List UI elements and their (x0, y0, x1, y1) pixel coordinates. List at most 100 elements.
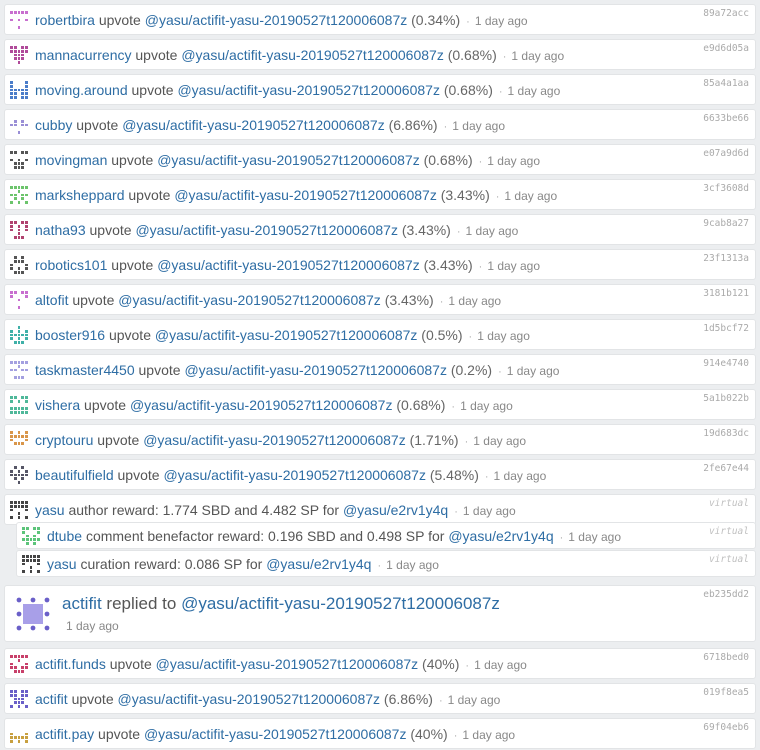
separator-dot: · (454, 506, 458, 518)
user-link[interactable]: beautifulfield (35, 467, 114, 483)
separator-dot: · (498, 86, 503, 98)
post-link[interactable]: @yasu/actifit-yasu-20190527t120006087z (118, 691, 381, 707)
user-link[interactable]: yasu (47, 556, 77, 572)
transaction-id[interactable]: 69f04eb6 (703, 722, 749, 733)
separator-dot: · (456, 226, 461, 238)
identicon-avatar[interactable] (9, 360, 29, 380)
user-link[interactable]: robotics101 (35, 257, 107, 273)
entry-line: cubby upvote @yasu/actifit-yasu-20190527… (35, 117, 505, 136)
transaction-id[interactable]: e07a9d6d (703, 148, 749, 159)
transaction-id[interactable]: 3cf3608d (703, 183, 749, 194)
user-link[interactable]: actifit (35, 691, 68, 707)
identicon-avatar[interactable] (9, 10, 29, 30)
vote-weight: (3.43%) (440, 187, 490, 203)
identicon-avatar[interactable] (9, 465, 29, 485)
post-link[interactable]: @yasu/actifit-yasu-20190527t120006087z (130, 397, 393, 413)
user-link[interactable]: booster916 (35, 327, 105, 343)
identicon-avatar[interactable] (9, 290, 29, 310)
timestamp: 1 day ago (460, 399, 513, 413)
identicon-avatar[interactable] (21, 554, 41, 574)
identicon-avatar[interactable] (9, 220, 29, 240)
post-link[interactable]: @yasu/actifit-yasu-20190527t120006087z (177, 82, 440, 98)
post-link[interactable]: @yasu/actifit-yasu-20190527t120006087z (181, 594, 500, 613)
post-link[interactable]: @yasu/actifit-yasu-20190527t120006087z (118, 292, 381, 308)
user-link[interactable]: marksheppard (35, 187, 125, 203)
transaction-id[interactable]: 6718bed0 (703, 652, 749, 663)
transaction-id[interactable]: 23f1313a (703, 253, 749, 264)
timestamp: 1 day ago (447, 693, 501, 707)
user-link[interactable]: vishera (35, 397, 80, 413)
transaction-id[interactable]: 914e4740 (703, 358, 749, 369)
vote-entry: actifit upvote @yasu/actifit-yasu-201905… (4, 683, 756, 714)
user-link[interactable]: actifit.pay (35, 726, 94, 742)
identicon-avatar[interactable] (9, 80, 29, 100)
user-link[interactable]: cubby (35, 117, 72, 133)
identicon-avatar[interactable] (9, 325, 29, 345)
identicon-avatar[interactable] (9, 255, 29, 275)
post-link[interactable]: @yasu/actifit-yasu-20190527t120006087z (155, 327, 418, 343)
user-link[interactable]: movingman (35, 152, 107, 168)
user-link[interactable]: yasu (35, 502, 65, 518)
transaction-id[interactable]: 2fe67e44 (703, 463, 749, 474)
transaction-id[interactable]: eb235dd2 (703, 589, 749, 600)
transaction-id[interactable]: e9d6d05a (703, 43, 749, 54)
transaction-id[interactable]: 89a72acc (703, 8, 749, 19)
post-link[interactable]: @yasu/actifit-yasu-20190527t120006087z (122, 117, 385, 133)
transaction-id[interactable]: 85a4a1aa (703, 78, 749, 89)
identicon-avatar[interactable] (9, 689, 29, 709)
vote-weight: (0.68%) (443, 82, 493, 98)
action-text: upvote (138, 362, 181, 378)
transaction-id[interactable]: 6633be66 (703, 113, 749, 124)
identicon-avatar[interactable] (9, 115, 29, 135)
post-link[interactable]: @yasu/actifit-yasu-20190527t120006087z (157, 257, 420, 273)
user-link[interactable]: altofit (35, 292, 68, 308)
identicon-avatar[interactable] (9, 724, 29, 744)
actifit-avatar[interactable] (13, 594, 53, 634)
transaction-id[interactable]: 019f8ea5 (703, 687, 749, 698)
transaction-id[interactable]: 19d683dc (703, 428, 749, 439)
transaction-id[interactable]: virtual (709, 526, 749, 537)
user-link[interactable]: moving.around (35, 82, 128, 98)
post-link[interactable]: @yasu/e2rv1y4q (266, 556, 371, 572)
vote-weight: (5.48%) (429, 467, 479, 483)
identicon-avatar[interactable] (9, 395, 29, 415)
vote-weight: (1.71%) (409, 432, 459, 448)
transaction-id[interactable]: virtual (709, 554, 749, 565)
transaction-id[interactable]: 1d5bcf72 (703, 323, 749, 334)
user-link[interactable]: natha93 (35, 222, 86, 238)
identicon-avatar[interactable] (9, 500, 29, 520)
user-link[interactable]: mannacurrency (35, 47, 132, 63)
identicon-avatar[interactable] (21, 526, 41, 546)
activity-feed: robertbira upvote @yasu/actifit-yasu-201… (0, 0, 760, 750)
post-link[interactable]: @yasu/actifit-yasu-20190527t120006087z (143, 432, 406, 448)
reward-entry: yasu author reward: 1.774 SBD and 4.482 … (4, 494, 756, 525)
user-link[interactable]: actifit.funds (35, 656, 106, 672)
identicon-avatar[interactable] (9, 45, 29, 65)
user-link[interactable]: dtube (47, 528, 82, 544)
entry-line: yasu author reward: 1.774 SBD and 4.482 … (35, 502, 516, 521)
transaction-id[interactable]: 9cab8a27 (703, 218, 749, 229)
transaction-id[interactable]: virtual (709, 498, 749, 509)
identicon-avatar[interactable] (9, 150, 29, 170)
post-link[interactable]: @yasu/actifit-yasu-20190527t120006087z (184, 362, 447, 378)
post-link[interactable]: @yasu/actifit-yasu-20190527t120006087z (174, 187, 437, 203)
post-link[interactable]: @yasu/actifit-yasu-20190527t120006087z (156, 656, 419, 672)
post-link[interactable]: @yasu/actifit-yasu-20190527t120006087z (163, 467, 426, 483)
post-link[interactable]: @yasu/actifit-yasu-20190527t120006087z (135, 222, 398, 238)
post-link[interactable]: @yasu/e2rv1y4q (343, 502, 448, 518)
author-link[interactable]: actifit (62, 594, 102, 613)
user-link[interactable]: robertbira (35, 12, 95, 28)
post-link[interactable]: @yasu/e2rv1y4q (448, 528, 553, 544)
identicon-avatar[interactable] (9, 430, 29, 450)
transaction-id[interactable]: 5a1b022b (703, 393, 749, 404)
user-link[interactable]: taskmaster4450 (35, 362, 135, 378)
post-link[interactable]: @yasu/actifit-yasu-20190527t120006087z (144, 726, 407, 742)
identicon-avatar[interactable] (9, 185, 29, 205)
post-link[interactable]: @yasu/actifit-yasu-20190527t120006087z (145, 12, 408, 28)
identicon-avatar[interactable] (9, 654, 29, 674)
entry-line: taskmaster4450 upvote @yasu/actifit-yasu… (35, 362, 559, 381)
user-link[interactable]: cryptouru (35, 432, 93, 448)
transaction-id[interactable]: 3181b121 (703, 288, 749, 299)
post-link[interactable]: @yasu/actifit-yasu-20190527t120006087z (181, 47, 444, 63)
post-link[interactable]: @yasu/actifit-yasu-20190527t120006087z (157, 152, 420, 168)
